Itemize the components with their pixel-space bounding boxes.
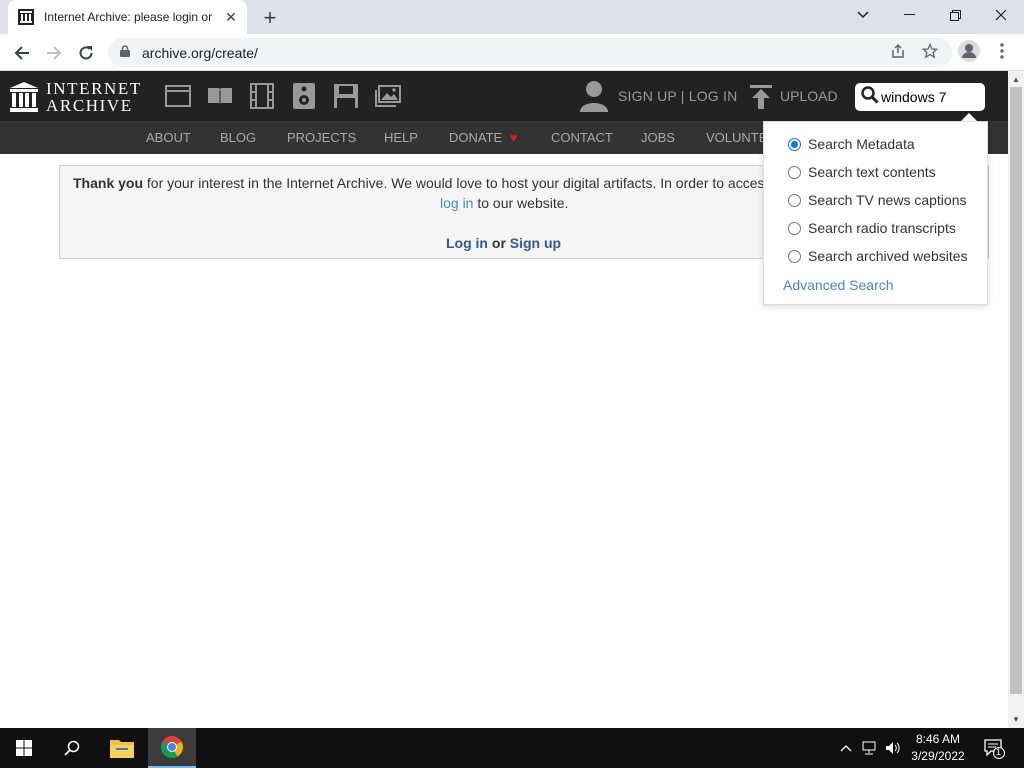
profile-avatar-icon[interactable] xyxy=(958,40,980,62)
option-label: Search TV news captions xyxy=(808,192,967,208)
sign-up-link[interactable]: Sign up xyxy=(510,235,561,251)
chrome-icon xyxy=(161,736,183,758)
search-box[interactable] xyxy=(855,83,985,111)
search-option-radio[interactable]: Search radio transcripts xyxy=(788,220,956,236)
scroll-up-icon[interactable]: ▲ xyxy=(1008,72,1024,86)
upload-icon[interactable] xyxy=(750,85,772,109)
windows-logo-icon xyxy=(16,740,32,756)
notice-text: for your interest in the Internet Archiv… xyxy=(143,175,772,191)
heart-icon: ♥ xyxy=(509,130,518,145)
tab-close-icon[interactable]: ✕ xyxy=(223,9,239,25)
taskbar-search-button[interactable] xyxy=(48,728,96,768)
tab-search-icon[interactable] xyxy=(840,0,886,30)
reload-button[interactable] xyxy=(72,39,100,67)
notice-line2: log in to our website. xyxy=(440,195,568,211)
folder-icon xyxy=(110,740,134,758)
close-window-button[interactable] xyxy=(978,0,1024,30)
browser-toolbar: archive.org/create/ xyxy=(0,34,1024,71)
new-tab-button[interactable]: + xyxy=(258,5,282,30)
log-in-inline-link[interactable]: log in xyxy=(440,195,473,211)
url-text: archive.org/create/ xyxy=(142,44,258,61)
chrome-menu-icon[interactable] xyxy=(992,41,1012,61)
notification-count: 1 xyxy=(996,747,1002,757)
log-in-link[interactable]: Log in xyxy=(446,235,488,251)
minimize-button[interactable] xyxy=(886,0,932,30)
notice-actions: Log in or Sign up xyxy=(446,235,561,251)
advanced-search-link[interactable]: Advanced Search xyxy=(783,277,894,293)
radio-tv[interactable] xyxy=(788,193,801,207)
radio-websites[interactable] xyxy=(788,249,801,263)
volume-icon[interactable] xyxy=(885,740,901,756)
option-label: Search radio transcripts xyxy=(808,220,956,236)
audio-icon[interactable] xyxy=(291,83,317,109)
windows-taskbar: 8:46 AM 3/29/2022 1 xyxy=(0,728,1024,768)
texts-icon[interactable] xyxy=(207,83,233,109)
images-icon[interactable] xyxy=(375,83,401,109)
file-explorer-button[interactable] xyxy=(98,728,146,768)
video-icon[interactable] xyxy=(249,83,275,109)
upload-link[interactable]: UPLOAD xyxy=(780,88,838,104)
thank-you-text: Thank you xyxy=(73,175,144,191)
browser-tab-strip: Internet Archive: please login or s ✕ + xyxy=(0,0,1024,34)
option-label: Search text contents xyxy=(808,164,936,180)
nav-help[interactable]: HELP xyxy=(384,130,418,145)
nav-blog[interactable]: BLOG xyxy=(220,130,256,145)
search-option-text[interactable]: Search text contents xyxy=(788,164,936,180)
scroll-down-icon[interactable]: ▼ xyxy=(1008,712,1024,726)
search-option-websites[interactable]: Search archived websites xyxy=(788,248,968,264)
logo-line2: ARCHIVE xyxy=(46,96,133,115)
forward-button[interactable] xyxy=(40,39,68,67)
nav-about[interactable]: ABOUT xyxy=(146,130,191,145)
nav-donate[interactable]: DONATE ♥ xyxy=(449,130,518,145)
share-icon[interactable] xyxy=(888,41,908,61)
page-scrollbar[interactable]: ▲ ▼ xyxy=(1008,71,1024,728)
nav-volunteer[interactable]: VOLUNTE xyxy=(706,130,767,145)
search-option-metadata[interactable]: Search Metadata xyxy=(788,136,915,152)
radio-radio[interactable] xyxy=(788,221,801,235)
taskbar-clock[interactable]: 8:46 AM 3/29/2022 xyxy=(905,731,971,765)
nav-contact[interactable]: CONTACT xyxy=(551,130,613,145)
archive-building-icon xyxy=(10,82,38,112)
start-button[interactable] xyxy=(0,728,48,768)
restore-button[interactable] xyxy=(932,0,978,30)
tab-title: Internet Archive: please login or s xyxy=(44,10,216,24)
address-bar[interactable]: archive.org/create/ xyxy=(108,38,952,67)
clock-date: 3/29/2022 xyxy=(911,749,965,763)
ia-logo-text: INTERNET ARCHIVE xyxy=(46,80,142,114)
back-button[interactable] xyxy=(8,39,36,67)
ia-top-nav: INTERNET ARCHIVE SIGN UP | LOG IN UPLOAD xyxy=(0,71,1008,121)
browser-tab[interactable]: Internet Archive: please login or s ✕ xyxy=(8,0,247,34)
scroll-thumb[interactable] xyxy=(1010,87,1022,694)
notice-text-2: to our website. xyxy=(473,195,569,211)
logo-line1: INTERNET xyxy=(46,79,142,98)
lock-icon[interactable] xyxy=(120,44,130,62)
web-icon[interactable] xyxy=(165,83,191,109)
search-icon xyxy=(64,740,80,756)
radio-text[interactable] xyxy=(788,165,801,179)
search-icon[interactable] xyxy=(861,85,879,109)
nav-projects[interactable]: PROJECTS xyxy=(287,130,356,145)
search-options-dropdown: Search Metadata Search text contents Sea… xyxy=(763,121,988,305)
notifications-icon[interactable]: 1 xyxy=(983,737,1005,759)
option-label: Search Metadata xyxy=(808,136,915,152)
option-label: Search archived websites xyxy=(808,248,968,264)
clock-time: 8:46 AM xyxy=(915,732,961,746)
network-icon[interactable] xyxy=(862,740,878,756)
archive-favicon-icon xyxy=(18,9,34,25)
search-input[interactable] xyxy=(881,89,977,105)
nav-jobs[interactable]: JOBS xyxy=(641,130,675,145)
chrome-taskbar-button[interactable] xyxy=(148,728,196,768)
radio-metadata[interactable] xyxy=(788,137,801,151)
user-icon[interactable] xyxy=(578,80,610,112)
or-text: or xyxy=(488,235,510,251)
nav-donate-label: DONATE xyxy=(449,130,503,145)
show-hidden-icons-chevron-icon[interactable] xyxy=(838,740,854,756)
ia-logo[interactable]: INTERNET ARCHIVE xyxy=(10,80,142,114)
search-option-tv[interactable]: Search TV news captions xyxy=(788,192,967,208)
notice-line1: Thank you for your interest in the Inter… xyxy=(73,175,772,191)
signup-login-link[interactable]: SIGN UP | LOG IN xyxy=(618,88,737,104)
software-icon[interactable] xyxy=(333,83,359,109)
bookmark-star-icon[interactable] xyxy=(920,41,940,61)
